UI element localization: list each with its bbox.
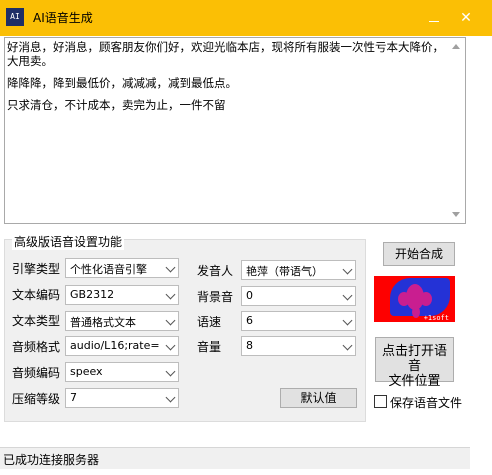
audio-format-value: audio/L16;rate= — [70, 339, 160, 352]
speaker-value: 艳萍（带语气） — [246, 265, 323, 278]
group-title: 高级版语音设置功能 — [12, 233, 125, 250]
volume-select[interactable]: 8 — [241, 336, 356, 356]
background-sound-value: 0 — [246, 289, 253, 302]
editor-content: 好消息，好消息，顾客朋友你们好，欢迎光临本店，现将所有服装一次性亏本大降价，大甩… — [7, 40, 447, 120]
editor-line: 只求清仓，不计成本，卖完为止，一件不留 — [7, 98, 226, 112]
save-audio-label: 保存语音文件 — [390, 396, 463, 410]
text-type-value: 普通格式文本 — [70, 316, 136, 329]
title-bar: AI AI语音生成 ✕ — [0, 0, 492, 36]
chevron-down-icon — [342, 315, 353, 326]
chevron-down-icon — [165, 315, 176, 326]
compression-level-value: 7 — [70, 391, 77, 404]
open-audio-location-button[interactable]: 点击打开语音 文件位置 — [375, 337, 454, 389]
save-audio-checkbox[interactable] — [374, 395, 387, 408]
speed-label: 语速 — [197, 315, 222, 329]
status-text: 已成功连接服务器 — [3, 453, 100, 467]
background-sound-label: 背景音 — [197, 290, 234, 304]
speed-select[interactable]: 6 — [241, 311, 356, 331]
close-icon: ✕ — [460, 10, 472, 26]
default-values-button[interactable]: 默认值 — [280, 388, 357, 408]
engine-type-select[interactable]: 个性化语音引擎 — [65, 258, 179, 278]
volume-label: 音量 — [197, 340, 222, 354]
chevron-down-icon — [165, 262, 176, 273]
start-synthesis-button[interactable]: 开始合成 — [383, 242, 455, 266]
audio-encoding-select[interactable]: speex — [65, 362, 179, 382]
audio-encoding-value: speex — [70, 365, 103, 378]
close-button[interactable]: ✕ — [452, 6, 480, 30]
compression-level-select[interactable]: 7 — [65, 388, 179, 408]
volume-value: 8 — [246, 339, 253, 352]
scroll-up-icon[interactable] — [452, 44, 460, 49]
minimize-button[interactable] — [420, 6, 448, 30]
window-title: AI语音生成 — [33, 11, 93, 25]
text-type-select[interactable]: 普通格式文本 — [65, 311, 179, 331]
speaker-label: 发音人 — [197, 264, 234, 278]
text-encoding-select[interactable]: GB2312 — [65, 285, 179, 305]
chevron-down-icon — [165, 392, 176, 403]
engine-type-label: 引擎类型 — [12, 262, 61, 276]
chevron-down-icon — [165, 289, 176, 300]
brand-logo: +1soft — [374, 276, 455, 322]
speaker-select[interactable]: 艳萍（带语气） — [241, 260, 356, 280]
editor-scrollbar[interactable] — [448, 38, 465, 223]
chevron-down-icon — [165, 366, 176, 377]
editor-line: 好消息，好消息，顾客朋友你们好，欢迎光临本店，现将所有服装一次性亏本大降价，大甩… — [7, 40, 444, 68]
open-button-line2: 文件位置 — [388, 374, 441, 389]
compression-level-label: 压缩等级 — [12, 392, 61, 406]
editor-line: 降降降，降到最低价，减减减，减到最低点。 — [7, 76, 237, 90]
audio-format-select[interactable]: audio/L16;rate= — [65, 336, 179, 356]
app-icon: AI — [6, 8, 24, 26]
text-editor[interactable]: 好消息，好消息，顾客朋友你们好，欢迎光临本店，现将所有服装一次性亏本大降价，大甩… — [4, 37, 466, 224]
speed-value: 6 — [246, 314, 253, 327]
status-bar: 已成功连接服务器 — [0, 447, 470, 469]
chevron-down-icon — [342, 264, 353, 275]
text-encoding-label: 文本编码 — [12, 288, 61, 302]
audio-encoding-label: 音频编码 — [12, 366, 61, 380]
open-button-line1: 点击打开语音 — [381, 344, 447, 374]
background-sound-select[interactable]: 0 — [241, 286, 356, 306]
logo-brand: +1soft — [423, 314, 449, 322]
chevron-down-icon — [342, 290, 353, 301]
audio-format-label: 音频格式 — [12, 340, 61, 354]
chevron-down-icon — [342, 340, 353, 351]
text-type-label: 文本类型 — [12, 314, 61, 328]
text-encoding-value: GB2312 — [70, 288, 115, 301]
scroll-down-icon[interactable] — [452, 212, 460, 217]
engine-type-value: 个性化语音引擎 — [70, 263, 147, 276]
